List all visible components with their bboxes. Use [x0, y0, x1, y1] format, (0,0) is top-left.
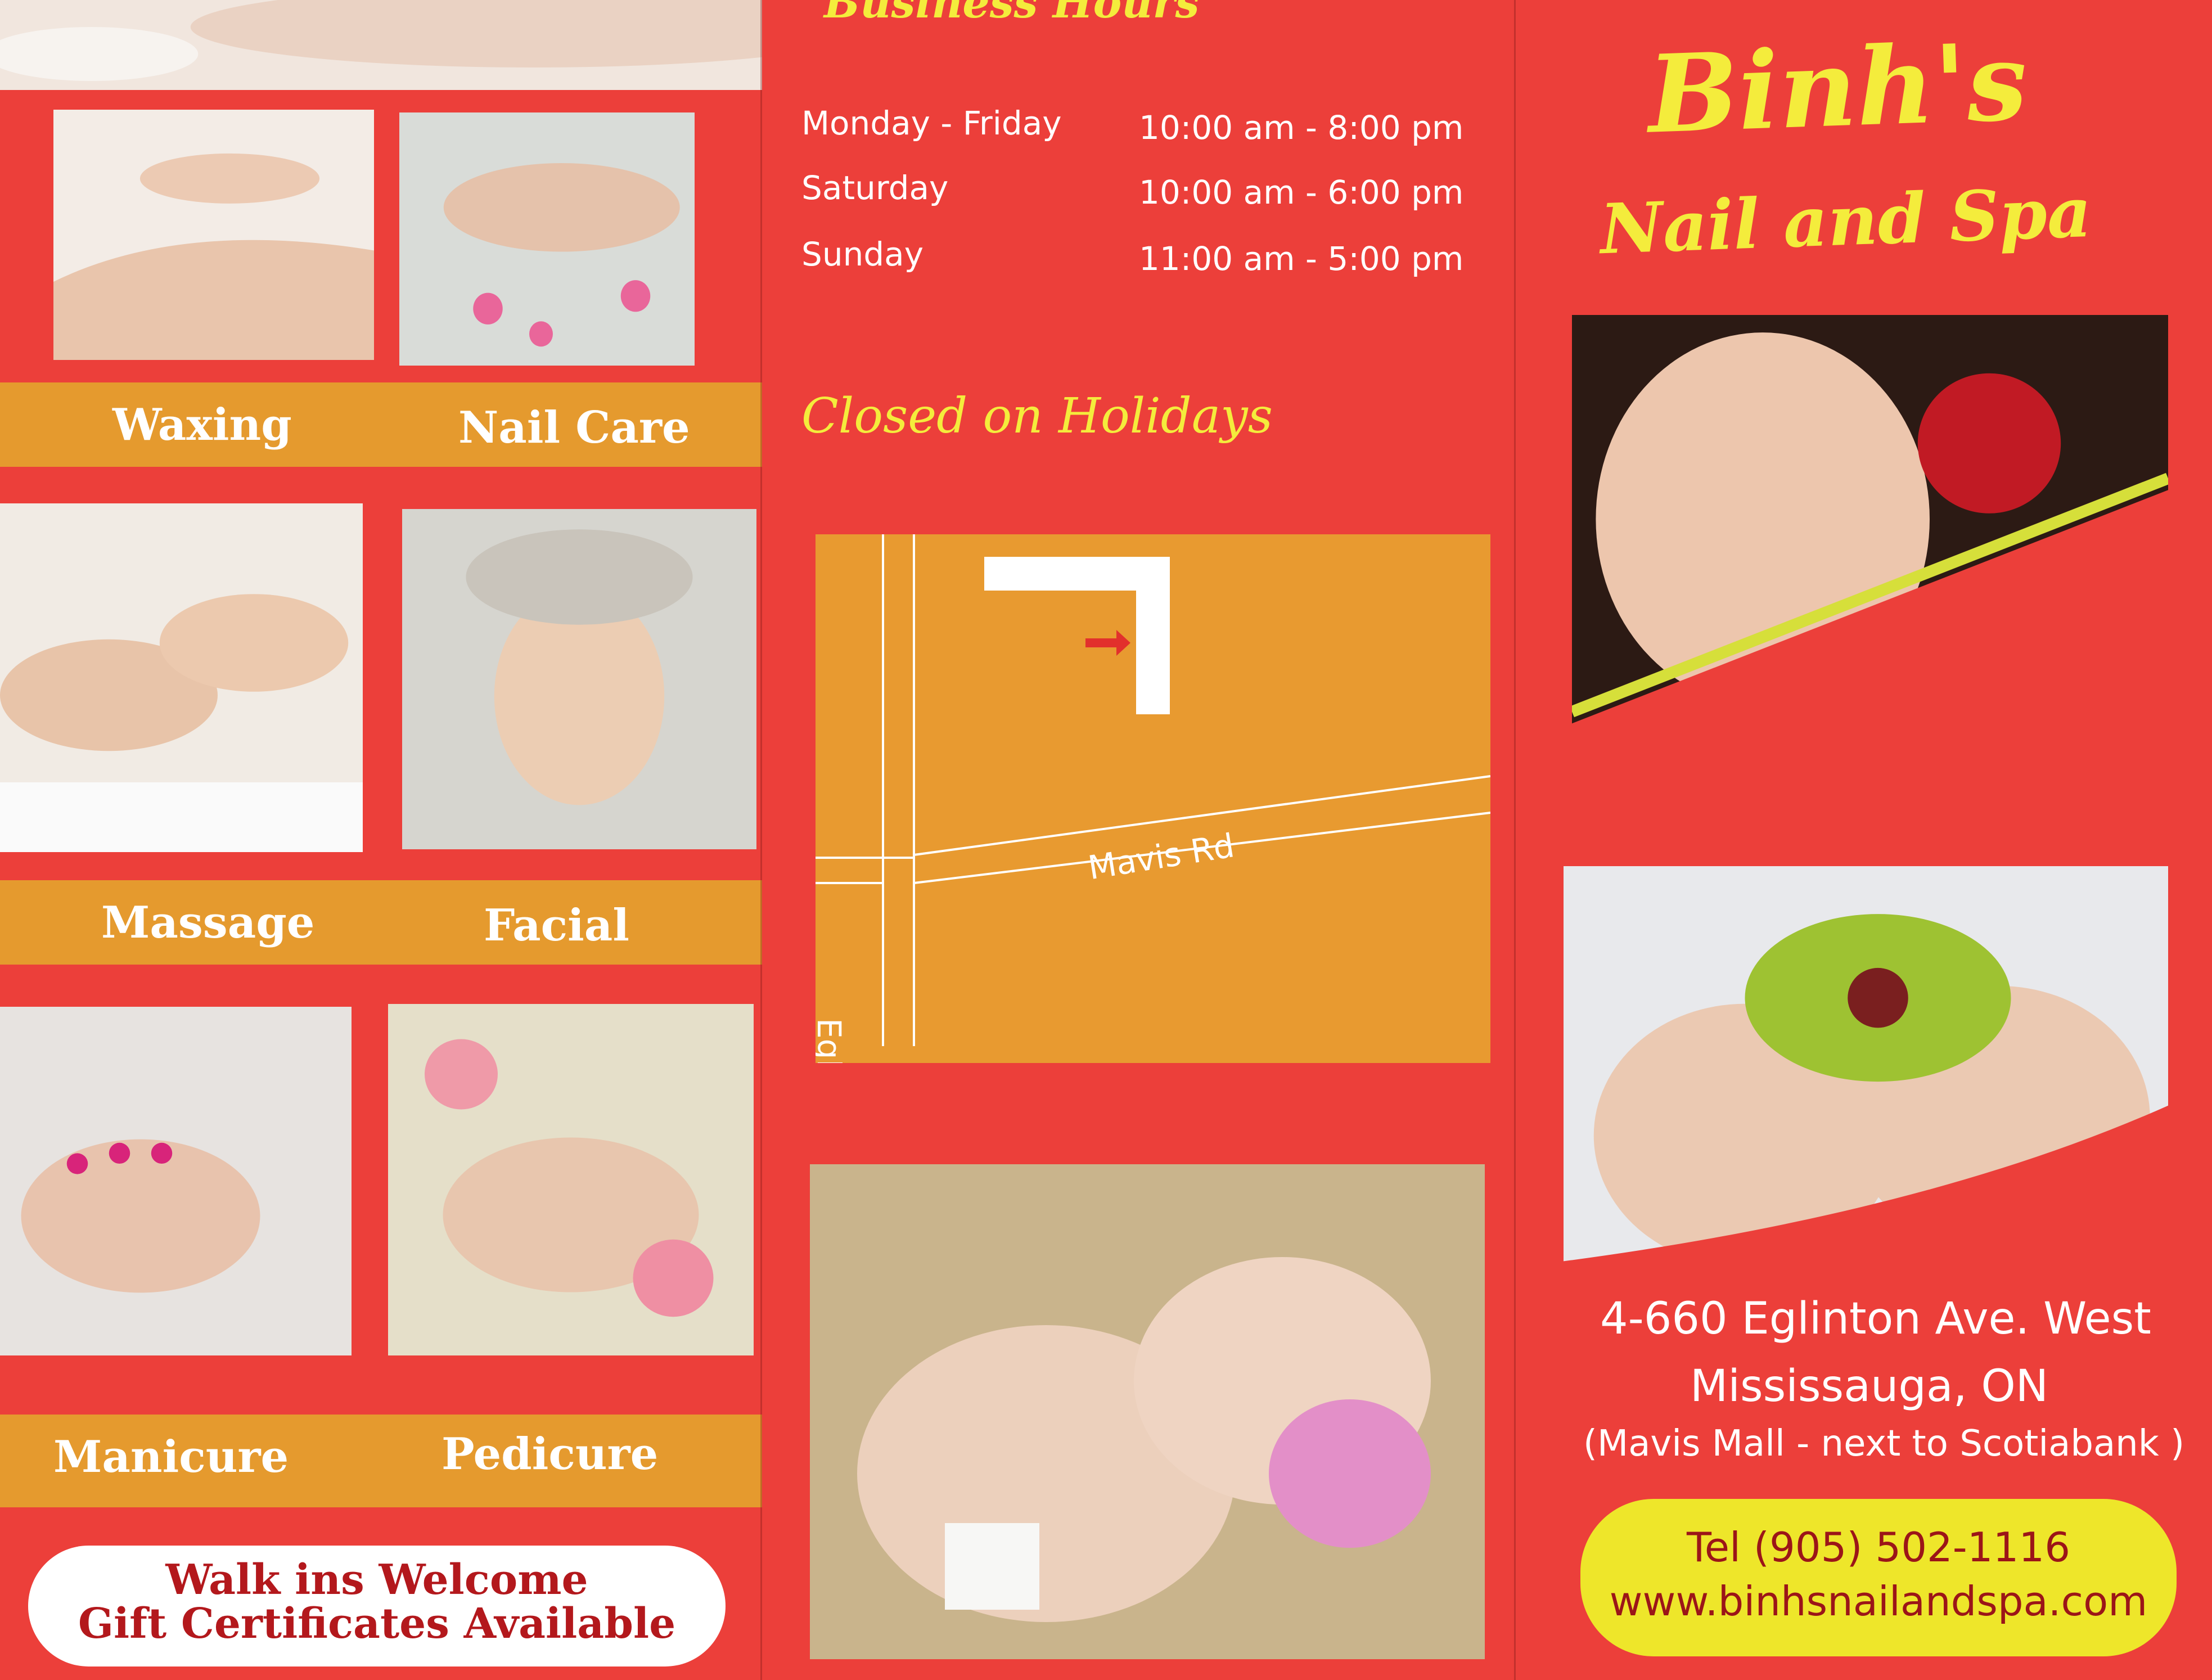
location-arrow-icon	[1085, 630, 1130, 656]
photo-woman-rose	[1572, 315, 2168, 782]
photo-waxing	[53, 110, 374, 360]
photo-spa-hands	[0, 0, 762, 90]
business-hours-title: Business Hours	[824, 0, 1200, 28]
service-label-nail-care: Nail Care	[458, 402, 690, 453]
photo-facial	[402, 509, 756, 849]
gift-certificates-text: Gift Certificates Available	[78, 1600, 676, 1648]
photo-massage	[0, 503, 363, 852]
hours-row: Saturday 10:00 am - 6:00 pm	[801, 169, 1504, 219]
address-city: Mississauga, ON	[1690, 1361, 2049, 1412]
hours-row: Sunday 11:00 am - 5:00 pm	[801, 235, 1504, 286]
walk-ins-text: Walk ins Welcome	[165, 1556, 588, 1604]
hours-day: Sunday	[801, 235, 924, 273]
services-panel: Waxing Nail Care Massage Facial Manicure…	[0, 0, 762, 1680]
hours-row: Monday - Friday 10:00 am - 8:00 pm	[801, 104, 1504, 155]
photo-orchid-feet	[1564, 866, 2168, 1285]
hours-time: 10:00 am - 6:00 pm	[1139, 173, 1464, 211]
photo-manicure	[0, 1007, 352, 1355]
mall-building-shape	[984, 557, 1170, 714]
service-label-facial: Facial	[484, 900, 629, 951]
hours-day: Saturday	[801, 169, 949, 207]
photo-nail-care	[399, 112, 695, 366]
address-note: (Mavis Mall - next to Scotiabank )	[1583, 1423, 2185, 1465]
service-label-massage: Massage	[101, 897, 315, 948]
photo-nail-polish	[810, 1164, 1485, 1659]
hours-day: Monday - Friday	[801, 104, 1062, 142]
brand-name: Binh's	[1646, 19, 2029, 157]
hours-panel: Business Hours Monday - Friday 10:00 am …	[762, 0, 1516, 1680]
website-url: www.binhsnailandspa.com	[1609, 1578, 2148, 1625]
hours-time: 11:00 am - 5:00 pm	[1139, 240, 1464, 278]
brand-tagline: Nail and Spa	[1598, 171, 2093, 270]
photo-pedicure	[388, 1004, 754, 1355]
road-label-eglinton: Eglinton	[816, 1018, 848, 1063]
walk-in-notice: Walk ins Welcome Gift Certificates Avail…	[28, 1546, 726, 1667]
service-label-manicure: Manicure	[53, 1431, 289, 1483]
location-map: Mavis Rd Eglinton	[816, 534, 1490, 1063]
closed-holidays-text: Closed on Holidays	[801, 388, 1273, 444]
service-label-waxing: Waxing	[112, 399, 292, 451]
service-label-pedicure: Pedicure	[442, 1429, 659, 1480]
hours-time: 10:00 am - 8:00 pm	[1139, 109, 1464, 147]
cover-panel: Binh's Nail and Spa 4-660 Eglinton Ave. …	[1516, 0, 2212, 1680]
phone-number: Tel (905) 502-1116	[1686, 1524, 2071, 1571]
map-roads	[816, 534, 1490, 1046]
contact-box: Tel (905) 502-1116 www.binhsnailandspa.c…	[1580, 1499, 2177, 1656]
address-street: 4-660 Eglinton Ave. West	[1600, 1294, 2151, 1344]
